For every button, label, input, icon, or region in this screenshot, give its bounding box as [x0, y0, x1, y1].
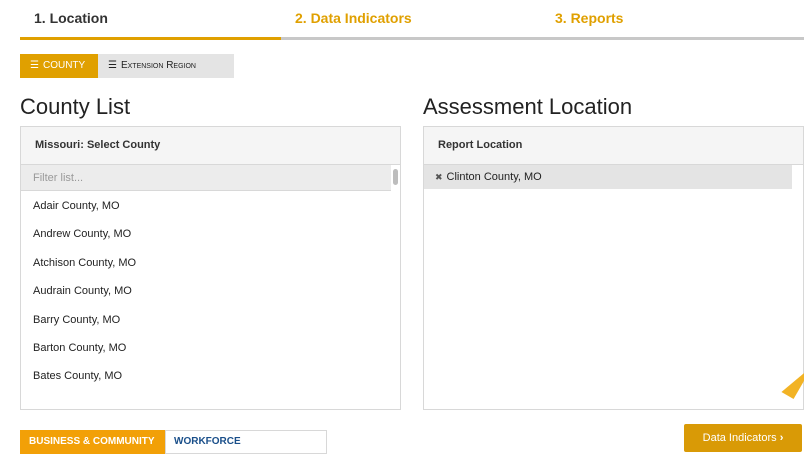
- data-indicators-button-label: Data Indicators: [702, 432, 777, 444]
- list-item[interactable]: Atchison County, MO: [21, 249, 391, 277]
- county-toggle-label: County: [42, 60, 86, 71]
- remove-icon[interactable]: ✖: [435, 172, 443, 182]
- county-list: Adair County, MO Andrew County, MO Atchi…: [21, 192, 391, 391]
- report-location-panel: Report Location ✖ Clinton County, MO: [423, 126, 804, 410]
- list-item[interactable]: Barton County, MO: [21, 334, 391, 362]
- step-reports[interactable]: 3. Reports: [541, 0, 804, 40]
- list-icon: ☰: [108, 60, 117, 71]
- step-location[interactable]: 1. Location: [20, 0, 281, 40]
- selected-location-item: ✖ Clinton County, MO: [424, 165, 792, 189]
- step-data-indicators[interactable]: 2. Data Indicators: [281, 0, 541, 40]
- assessment-location-title: Assessment Location: [423, 94, 633, 119]
- extension-region-toggle-label: Extension Region: [120, 60, 196, 71]
- list-item[interactable]: Bates County, MO: [21, 362, 391, 390]
- list-item[interactable]: Audrain County, MO: [21, 277, 391, 305]
- list-item[interactable]: Adair County, MO: [21, 192, 391, 220]
- data-indicators-button[interactable]: Data Indicators ›: [684, 424, 802, 452]
- tab-workforce-development[interactable]: WORKFORCE DEVELOPMENT: [165, 430, 327, 454]
- filter-input[interactable]: [21, 165, 391, 190]
- extension-region-toggle-button[interactable]: ☰ Extension Region: [98, 54, 234, 78]
- step-progress: 1. Location 2. Data Indicators 3. Report…: [0, 0, 804, 40]
- list-item[interactable]: Andrew County, MO: [21, 220, 391, 248]
- county-list-panel: Missouri: Select County Adair County, MO…: [20, 126, 401, 410]
- selected-location-label: Clinton County, MO: [446, 171, 542, 183]
- list-item[interactable]: Barry County, MO: [21, 306, 391, 334]
- list-icon: ☰: [30, 60, 39, 71]
- filter-box: [21, 165, 391, 191]
- tab-business-community[interactable]: BUSINESS & COMMUNITY: [20, 430, 165, 454]
- county-list-title: County List: [20, 94, 131, 119]
- list-scrollbar[interactable]: [393, 169, 398, 185]
- chevron-right-icon: ›: [779, 432, 784, 444]
- report-location-header: Report Location: [424, 127, 803, 165]
- county-list-header: Missouri: Select County: [21, 127, 400, 165]
- county-toggle-button[interactable]: ☰ County: [20, 54, 98, 78]
